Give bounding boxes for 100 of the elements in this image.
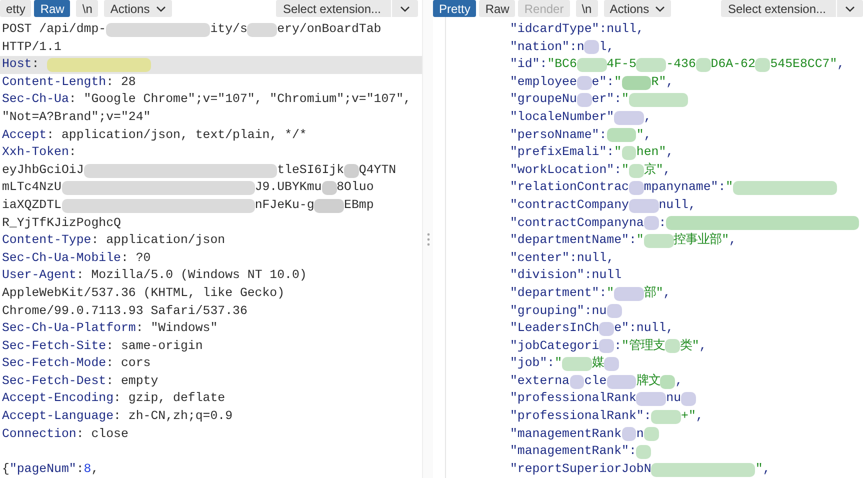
code-text: Sec-Fetch-Mode bbox=[2, 355, 106, 372]
code-text: : bbox=[32, 56, 40, 74]
code-text: "contractCompanyna bbox=[510, 214, 644, 232]
code-text: : bbox=[614, 338, 622, 355]
code-text: cle bbox=[584, 372, 607, 390]
code-text: nFJeKu-g bbox=[254, 196, 314, 214]
code-text: hen" bbox=[636, 144, 666, 162]
code-text: Q4YTN bbox=[358, 162, 396, 179]
resize-handle-icon[interactable] bbox=[426, 232, 430, 246]
code-text: 媒 bbox=[592, 355, 604, 372]
code-text: Sec-Ch-Ua bbox=[2, 91, 69, 108]
view-tab[interactable]: Pretty bbox=[433, 0, 476, 17]
code-text: : cors bbox=[106, 355, 151, 372]
newline-toggle[interactable]: \n bbox=[76, 0, 98, 17]
code-text: " bbox=[636, 232, 644, 250]
newline-toggle[interactable]: \n bbox=[576, 0, 598, 17]
code-text: null, bbox=[658, 196, 696, 214]
caret-icon bbox=[655, 6, 666, 12]
caret-icon bbox=[156, 6, 166, 12]
code-text: "relationContrac bbox=[510, 179, 629, 196]
actions-menu[interactable]: Actions bbox=[104, 0, 172, 17]
code-text: : ?0 bbox=[120, 250, 151, 267]
code-text: " bbox=[636, 126, 644, 144]
code-text: "BC6 bbox=[547, 56, 577, 74]
code-text: J9.UBYKmu bbox=[254, 179, 322, 196]
code-text: , bbox=[675, 372, 683, 390]
code-text: 控事业部" bbox=[674, 232, 730, 250]
code-text: : 28 bbox=[106, 74, 136, 91]
code-text: Sec-Ch-Ua-Mobile bbox=[2, 250, 121, 267]
view-tab[interactable]: etty bbox=[0, 0, 32, 17]
code-text: Sec-Ch-Ua-Platform bbox=[2, 320, 136, 338]
code-text: , bbox=[666, 74, 674, 91]
code-text: "professionalRank bbox=[510, 390, 636, 408]
code-text: 8Oluo bbox=[336, 179, 374, 196]
code-text: "nation":n bbox=[510, 38, 584, 56]
caret-icon bbox=[400, 6, 410, 12]
code-text: , bbox=[696, 408, 704, 426]
code-text: " bbox=[614, 74, 622, 91]
code-text: 4F-5 bbox=[606, 56, 636, 74]
code-text: User-Agent bbox=[2, 267, 76, 284]
code-text: : empty bbox=[106, 372, 158, 390]
caret-icon bbox=[845, 6, 855, 12]
code-text: nu bbox=[666, 390, 682, 408]
view-tab[interactable]: Raw bbox=[34, 0, 70, 17]
code-text: ity/s bbox=[210, 21, 248, 38]
code-text: "employee bbox=[510, 74, 577, 91]
code-text: " bbox=[755, 460, 763, 478]
code-text: R_YjTfKJizPoghcQ bbox=[2, 214, 121, 232]
actions-menu[interactable]: Actions bbox=[604, 0, 672, 17]
code-text: Chrome/99.0.7113.93 Safari/537.36 bbox=[2, 302, 248, 320]
code-text: Sec-Fetch-Site bbox=[2, 338, 106, 355]
code-text: "id": bbox=[510, 56, 548, 74]
code-text: : bbox=[68, 144, 76, 162]
code-text: EBmp bbox=[344, 196, 374, 214]
code-text: l, bbox=[599, 38, 614, 56]
code-text: "workLocation": bbox=[510, 162, 622, 179]
code-text: n bbox=[636, 426, 644, 443]
code-text: , bbox=[837, 56, 845, 74]
code-text: "contractCompany bbox=[510, 196, 629, 214]
code-text: 部" bbox=[644, 284, 664, 302]
extension-select[interactable]: Select extension... bbox=[720, 0, 863, 17]
code-text: e": bbox=[592, 74, 614, 91]
code-text: "division":null bbox=[510, 267, 622, 284]
code-text: : zh-CN,zh;q=0.9 bbox=[114, 408, 233, 426]
code-text: , bbox=[644, 126, 652, 144]
code-text: "grouping":nu bbox=[510, 302, 607, 320]
code-text: , bbox=[666, 144, 674, 162]
code-text: : "Windows" bbox=[136, 320, 218, 338]
code-text: POST /api/dmp- bbox=[2, 21, 106, 38]
code-text: "jobCategori bbox=[510, 338, 600, 355]
code-text: "persoNname": bbox=[510, 126, 607, 144]
code-text: , bbox=[663, 284, 671, 302]
code-text: , bbox=[91, 460, 99, 478]
code-text: "professionalRank": bbox=[510, 408, 652, 426]
code-text: "center":null, bbox=[510, 250, 614, 267]
code-text: 类" bbox=[680, 338, 700, 355]
view-tab[interactable]: Raw bbox=[479, 0, 516, 17]
code-text: : bbox=[76, 460, 84, 478]
code-text: 京" bbox=[644, 162, 664, 179]
code-text: eyJhbGciOiJ bbox=[2, 162, 84, 179]
code-text: , bbox=[699, 338, 707, 355]
code-text: Connection bbox=[2, 426, 76, 443]
code-text: , bbox=[729, 232, 736, 250]
code-text: 545E8CC7" bbox=[770, 56, 838, 74]
code-text: " bbox=[622, 162, 629, 179]
code-text: AppleWebKit/537.36 (KHTML, like Gecko) bbox=[2, 284, 285, 302]
code-text: " bbox=[614, 144, 622, 162]
code-text: "localeNumber" bbox=[510, 108, 614, 126]
code-text: "managementRank": bbox=[510, 443, 636, 460]
code-text: "Not=A?Brand";v="24" bbox=[2, 108, 151, 126]
code-text: Xxh-Token bbox=[2, 144, 69, 162]
code-text: , bbox=[644, 108, 652, 126]
code-text: " bbox=[554, 355, 562, 372]
code-text: Accept-Encoding bbox=[2, 390, 114, 408]
extension-select[interactable]: Select extension... bbox=[276, 0, 418, 17]
code-text: "groupeNu bbox=[510, 91, 577, 108]
code-text: "pageNum" bbox=[9, 460, 76, 478]
code-text: D6A-62 bbox=[710, 56, 756, 74]
code-text: -436 bbox=[666, 56, 696, 74]
code-text: "job": bbox=[510, 355, 555, 372]
